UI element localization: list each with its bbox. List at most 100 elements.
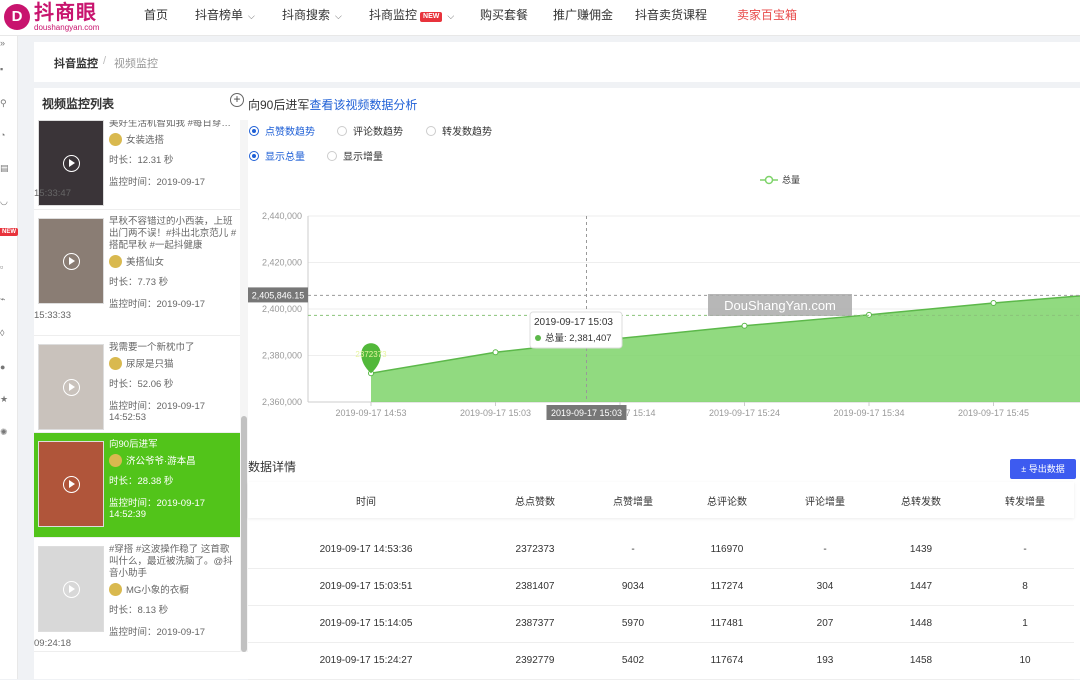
breadcrumb-root[interactable]: 抖音监控 bbox=[54, 55, 98, 71]
y-tick-label: 2,360,000 bbox=[262, 397, 302, 407]
expand-icon[interactable]: » bbox=[0, 38, 10, 48]
logo-mark-icon: D bbox=[4, 4, 30, 30]
chevron-down-icon: ⌵ bbox=[335, 11, 342, 21]
radio-mode_options-1[interactable]: 显示增量 bbox=[327, 148, 383, 163]
nav-item-1[interactable]: 抖音榜单 ⌵ bbox=[195, 0, 255, 30]
radio-label: 评论数趋势 bbox=[353, 127, 403, 138]
video-list-item[interactable]: 向90后进军 济公爷爷·游本昌 时长：28.38 秒监控时间：2019-09-17 1… bbox=[34, 433, 240, 538]
user-icon[interactable]: ● bbox=[0, 362, 10, 372]
video-description: #穿搭 #这波操作稳了 这首歌叫什么，最近被洗脑了。@抖音小助手 bbox=[109, 544, 233, 579]
top-navbar: D 抖商眼 doushangyan.com 首页 抖音榜单 ⌵ 抖商搜索 ⌵ 抖商监控 NE… bbox=[0, 0, 1080, 36]
column-header: 时间 bbox=[356, 497, 376, 508]
chevron-down-icon: ⌵ bbox=[447, 11, 455, 21]
author-name: 尿尿是只猫 bbox=[126, 359, 174, 370]
radio-trend_options-0[interactable]: 点赞数趋势 bbox=[249, 123, 315, 138]
table-cell: 2019-09-17 15:24:27 bbox=[319, 655, 413, 666]
nav-item-7[interactable]: 卖家百宝箱 bbox=[737, 0, 797, 30]
brand-logo[interactable]: D 抖商眼 doushangyan.com bbox=[4, 2, 116, 34]
nav-item-label: 抖商搜索 bbox=[282, 8, 331, 22]
nav-item-label: 卖家百宝箱 bbox=[737, 8, 798, 22]
nav-item-label: 抖商监控 bbox=[369, 8, 418, 22]
gear-icon[interactable]: ✺ bbox=[0, 427, 10, 437]
add-video-icon[interactable]: + bbox=[230, 93, 244, 107]
export-data-button[interactable]: ± 导出数据 bbox=[1010, 459, 1076, 479]
author-avatar bbox=[109, 454, 122, 467]
video-list-item[interactable]: 我需要一个新枕巾了 尿尿是只猫 时长：52.06 秒监控时间：2019-09-17 1… bbox=[34, 336, 240, 433]
nav-item-4[interactable]: 购买套餐 bbox=[480, 0, 528, 30]
play-icon[interactable] bbox=[63, 581, 80, 598]
video-list-item[interactable]: #穿搭 #这波操作稳了 这首歌叫什么，最近被洗脑了。@抖音小助手 MG小象的衣橱时… bbox=[34, 538, 240, 652]
brand-name: 抖商眼 bbox=[34, 2, 97, 24]
monitor-time: 监控时间：2019-09-17 bbox=[109, 627, 206, 638]
table-row: 2019-09-17 14:53:36 2372373-116970-1439- bbox=[248, 532, 1074, 569]
data-point bbox=[741, 322, 748, 329]
list-scrollbar[interactable] bbox=[240, 120, 248, 652]
monitor-time-clock: 15:33:33 bbox=[34, 310, 71, 321]
radio-dot[interactable] bbox=[249, 151, 259, 161]
brand-domain: doushangyan.com bbox=[34, 23, 100, 32]
search-icon[interactable]: ⚲ bbox=[0, 98, 10, 108]
radio-dot[interactable] bbox=[337, 126, 347, 136]
thumb-icon[interactable]: ◡ bbox=[0, 196, 10, 206]
x-tick-label: 2019-09-17 15:03 bbox=[460, 408, 531, 418]
left-icon-rail: » ▪ ⚲ ◔ ▤ ◡ NEW ▫ ⌁ ◊ ● ★ ✺ bbox=[0, 36, 18, 679]
video-list-scroll[interactable]: 美好生活机智如我 #每日穿… 女装选搭 时长：12.31 秒监控时间：2019-09… bbox=[34, 120, 240, 652]
video-analysis-link[interactable]: 查看该视频数据分析 bbox=[309, 98, 417, 112]
video-description: 向90后进军 bbox=[109, 439, 158, 450]
star-icon[interactable]: ★ bbox=[0, 394, 10, 404]
video-author: MG小象的衣橱 bbox=[109, 582, 189, 596]
nav-item-2[interactable]: 抖商搜索 ⌵ bbox=[282, 0, 342, 30]
radio-dot[interactable] bbox=[327, 151, 337, 161]
shop-icon[interactable]: ▫ bbox=[0, 262, 10, 272]
x-tick-label: 2019-09-17 14:53 bbox=[335, 408, 406, 418]
chevron-down-icon: ⌵ bbox=[248, 11, 255, 21]
author-name: MG小象的衣橱 bbox=[126, 585, 189, 596]
video-thumbnail[interactable] bbox=[38, 441, 104, 527]
author-avatar bbox=[109, 357, 122, 370]
play-icon[interactable] bbox=[63, 155, 80, 172]
video-thumbnail[interactable] bbox=[38, 546, 104, 632]
legend-label: 总量 bbox=[782, 174, 800, 185]
radio-trend_options-1[interactable]: 评论数趋势 bbox=[337, 123, 403, 138]
monitor-icon[interactable]: ▪ bbox=[0, 64, 10, 74]
play-icon[interactable] bbox=[63, 379, 80, 396]
tooltip-value: 总量: 2,381,407 bbox=[545, 332, 612, 344]
nav-item-label: 首页 bbox=[144, 8, 169, 22]
monitor-time-clock: 14:52:39 bbox=[109, 509, 146, 520]
video-list-item[interactable]: 美好生活机智如我 #每日穿… 女装选搭 时长：12.31 秒监控时间：2019-09… bbox=[34, 120, 240, 210]
breadcrumb-separator: / bbox=[103, 55, 107, 67]
shield-icon[interactable]: ◊ bbox=[0, 328, 10, 338]
video-thumbnail[interactable] bbox=[38, 218, 104, 304]
chart-icon[interactable]: ◔ bbox=[0, 130, 10, 140]
column-header: 总评论数 bbox=[707, 497, 747, 508]
play-icon[interactable] bbox=[63, 476, 80, 493]
radio-dot[interactable] bbox=[426, 126, 436, 136]
video-list-item[interactable]: 早秋不容错过的小西装，上班出门两不误！#抖出北京范儿 #搭配早秋 #一起抖健康美… bbox=[34, 210, 240, 336]
video-title: 向90后进军 bbox=[248, 98, 310, 112]
table-cell: - bbox=[1023, 544, 1027, 555]
radio-dot[interactable] bbox=[249, 126, 259, 136]
video-duration: 时长：7.73 秒 bbox=[109, 277, 169, 288]
play-icon[interactable] bbox=[63, 253, 80, 270]
list-icon[interactable]: ▤ bbox=[0, 163, 10, 173]
y-tick-label: 2,380,000 bbox=[262, 351, 302, 361]
breadcrumb: 抖音监控 / 视频监控 bbox=[34, 42, 1080, 82]
column-header: 点赞增量 bbox=[613, 497, 653, 508]
nav-item-0[interactable]: 首页 bbox=[144, 0, 168, 30]
table-row: 2019-09-17 15:14:05 2387377 5970 117481 207 1… bbox=[248, 606, 1074, 643]
nav-item-label: 抖音卖货课程 bbox=[635, 8, 708, 22]
nav-item-3[interactable]: 抖商监控 NEW ⌵ bbox=[369, 0, 454, 30]
radio-label: 转发数趋势 bbox=[442, 127, 492, 138]
radio-trend_options-2[interactable]: 转发数趋势 bbox=[426, 123, 492, 138]
column-header: 总转发数 bbox=[901, 497, 941, 508]
monitor-time: 监控时间：2019-09-17 bbox=[109, 498, 206, 509]
likes-trend-chart[interactable]: 总量 2,440,000 2,420,000 2,400,000 2,380,000 2,… bbox=[248, 162, 1080, 432]
nav-item-6[interactable]: 抖音卖货课程 bbox=[635, 0, 707, 30]
nav-item-label: 抖音榜单 bbox=[195, 8, 244, 22]
tag-icon[interactable]: ⌁ bbox=[0, 294, 10, 304]
video-thumbnail[interactable] bbox=[38, 344, 104, 430]
nav-item-5[interactable]: 推广赚佣金 bbox=[553, 0, 613, 30]
radio-mode_options-0[interactable]: 显示总量 bbox=[249, 148, 305, 163]
video-duration: 时长：12.31 秒 bbox=[109, 155, 174, 166]
list-scroll-thumb[interactable] bbox=[241, 416, 247, 652]
